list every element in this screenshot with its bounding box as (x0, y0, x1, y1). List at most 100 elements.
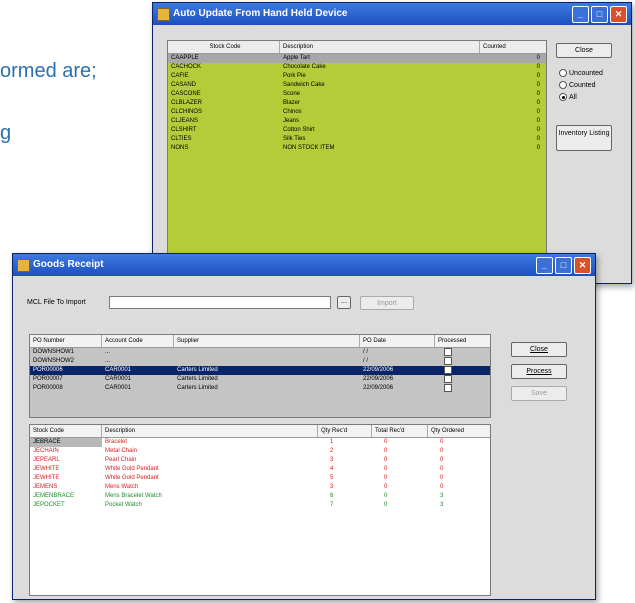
column-header[interactable]: Description (280, 41, 480, 53)
table-cell: ... (105, 358, 111, 364)
column-header[interactable]: Supplier (174, 335, 360, 347)
table-cell: 22/09/2006 (363, 376, 394, 382)
table-cell: POR00006 (33, 367, 63, 373)
table-cell: JEPEARL (33, 457, 60, 463)
items-grid[interactable]: Stock Code Description Qty Rec'd Total R… (29, 424, 491, 596)
table-row[interactable]: POR00008 CAR0001 Carters Limited 22/09/2006 (30, 384, 490, 393)
table-cell: 3 (330, 484, 334, 490)
background-text-2: g (0, 122, 12, 144)
import-button[interactable]: Import (360, 296, 414, 310)
process-label: Process (526, 368, 552, 375)
column-header[interactable]: Stock Code (30, 425, 102, 437)
processed-checkbox[interactable] (444, 357, 452, 365)
table-cell: 0 (536, 55, 540, 61)
table-cell: Apple Tart (283, 55, 310, 61)
table-row[interactable]: JEMENS Mens Watch 3 0 0 (30, 483, 490, 492)
table-cell: 3 (440, 493, 444, 499)
column-header[interactable]: Processed (435, 335, 490, 347)
table-cell: Pearl Chain (105, 457, 137, 463)
column-header[interactable]: Total Rec'd (372, 425, 428, 437)
column-header[interactable]: Stock Code (168, 41, 280, 53)
table-row[interactable]: DOWNSHOW2... / / (30, 357, 490, 366)
table-row[interactable]: CASAND Sandwich Cake 0 (168, 81, 546, 90)
auto-update-grid[interactable]: Stock Code Description Counted CAAPPLE Ap… (167, 40, 547, 282)
radio-icon (559, 69, 567, 77)
table-cell: Pocket Watch (105, 502, 142, 508)
save-button[interactable]: Save (511, 386, 567, 401)
radio-label: All (569, 93, 577, 101)
table-row[interactable]: CAAPPLE Apple Tart 0 (168, 54, 546, 63)
table-row[interactable]: CLJEANS Jeans 0 (168, 117, 546, 126)
table-row[interactable]: JEWHITE White Gold Pendant 4 0 0 (30, 465, 490, 474)
table-cell: Bracelet (105, 439, 128, 445)
table-row[interactable]: POR00007 CAR0001 Carters Limited 22/09/2006 (30, 375, 490, 384)
item-rows: JEBRACE Bracelet 1 0 0 JECHAIN Metal Chain 2 0 0 J… (30, 438, 490, 510)
browse-button[interactable]: ... (337, 296, 351, 309)
table-cell: POR00007 (33, 376, 63, 382)
table-cell: 6 (330, 493, 334, 499)
column-header[interactable]: PO Number (30, 335, 102, 347)
table-row[interactable]: JEMENBRACE Mens Bracelet Watch 6 0 3 (30, 492, 490, 501)
column-header[interactable]: Account Code (102, 335, 174, 347)
table-row[interactable]: JEBRACE Bracelet 1 0 0 (30, 438, 490, 447)
table-cell: Chocolate Cake (283, 64, 326, 70)
column-header[interactable]: Qty Rec'd (318, 425, 372, 437)
column-header[interactable]: PO Date (360, 335, 435, 347)
table-cell: NON STOCK ITEM (283, 145, 335, 151)
file-import-input[interactable] (109, 296, 331, 309)
table-cell: 0 (536, 82, 540, 88)
table-row[interactable]: POR00006 CAR0001 Carters Limited 22/09/2006 (30, 366, 490, 375)
table-cell: 0 (440, 475, 444, 481)
column-header[interactable]: Description (102, 425, 318, 437)
radio-all[interactable]: All (559, 93, 577, 101)
minimize-icon[interactable]: _ (572, 6, 589, 23)
radio-uncounted[interactable]: Uncounted (559, 69, 603, 77)
table-cell: White Gold Pendant (105, 475, 159, 481)
table-cell: Silk Ties (283, 136, 306, 142)
maximize-icon[interactable]: □ (555, 257, 572, 274)
table-row[interactable]: JECHAIN Metal Chain 2 0 0 (30, 447, 490, 456)
table-row[interactable]: CACHOCK Chocolate Cake 0 (168, 63, 546, 72)
close-button[interactable]: Close (556, 43, 612, 58)
background-text-1: ormed are; (0, 60, 97, 82)
table-cell: JEMENS (33, 484, 58, 490)
table-row[interactable]: JEPOCKET Pocket Watch 7 0 3 (30, 501, 490, 510)
maximize-icon[interactable]: □ (591, 6, 608, 23)
table-row[interactable]: CLSHIRT Cotton Shirt 0 (168, 126, 546, 135)
table-row[interactable]: JEPEARL Pearl Chain 3 0 0 (30, 456, 490, 465)
table-row[interactable]: CAFIE Pork Pie 0 (168, 72, 546, 81)
processed-checkbox[interactable] (444, 375, 452, 383)
minimize-icon[interactable]: _ (536, 257, 553, 274)
table-row[interactable]: CASCONE Scone 0 (168, 90, 546, 99)
inventory-listing-label: Inventory Listing (558, 130, 610, 137)
column-header[interactable]: Qty Ordered (428, 425, 490, 437)
radio-counted[interactable]: Counted (559, 81, 595, 89)
table-row[interactable]: JEWHITE White Gold Pendant 5 0 0 (30, 474, 490, 483)
po-grid[interactable]: PO Number Account Code Supplier PO Date … (29, 334, 491, 418)
table-row[interactable]: CLBLAZER Blazer 0 (168, 99, 546, 108)
table-cell: 0 (536, 118, 540, 124)
close-icon[interactable]: ✕ (610, 6, 627, 23)
table-cell: 3 (330, 457, 334, 463)
table-cell: 0 (384, 466, 388, 472)
inventory-listing-button[interactable]: Inventory Listing (556, 125, 612, 151)
table-row[interactable]: CLCHINOS Chinos 0 (168, 108, 546, 117)
column-header[interactable]: Counted (480, 41, 546, 53)
table-cell: Blazer (283, 100, 301, 106)
table-cell: 0 (384, 475, 388, 481)
processed-checkbox[interactable] (444, 366, 452, 374)
auto-update-titlebar: Auto Update From Hand Held Device _ □ ✕ (153, 3, 631, 25)
table-row[interactable]: CLTIES Silk Ties 0 (168, 135, 546, 144)
table-cell: Pork Pie (283, 73, 306, 79)
processed-checkbox[interactable] (444, 384, 452, 392)
close-button[interactable]: Close (511, 342, 567, 357)
table-row[interactable]: NONS NON STOCK ITEM 0 (168, 144, 546, 153)
radio-label: Counted (569, 81, 596, 89)
table-cell: / / (363, 349, 369, 355)
process-button[interactable]: Process (511, 364, 567, 379)
table-cell: 0 (536, 73, 540, 79)
file-import-label: MCL File To Import (27, 299, 86, 306)
processed-checkbox[interactable] (444, 348, 452, 356)
table-row[interactable]: DOWNSHOW1... / / (30, 348, 490, 357)
close-icon[interactable]: ✕ (574, 257, 591, 274)
